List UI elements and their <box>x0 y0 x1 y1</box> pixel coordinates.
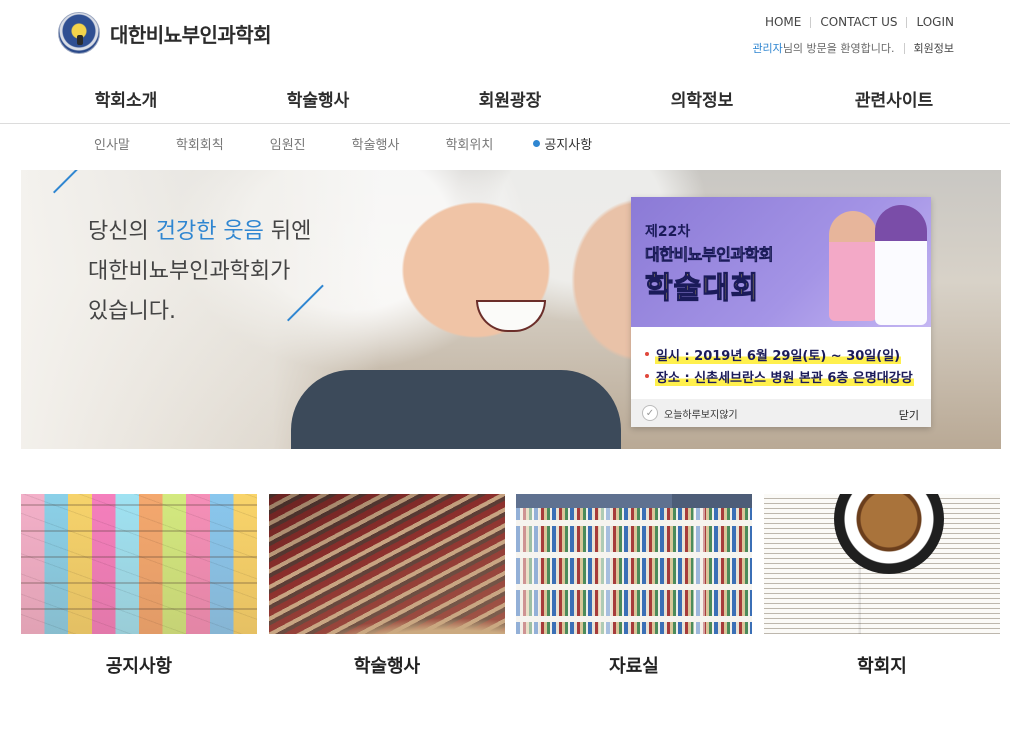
subnav-officers[interactable]: 임원진 <box>270 134 306 153</box>
popup-date: 일시 : 2019년 6월 29일(토) ~ 30일(일) <box>655 344 902 364</box>
popup-event-title: 학술대회 <box>644 270 760 306</box>
bullet-icon <box>645 374 649 378</box>
popup-place: 장소 : 신촌세브란스 병원 본관 6층 은명대강당 <box>655 366 914 386</box>
popup-edition: 제22차 <box>645 224 691 240</box>
site-logo[interactable]: 대한비뇨부인과학회 <box>58 12 272 54</box>
welcome-message: 관리자 님의 방문을 환영합니다. 회원정보 <box>752 40 954 56</box>
welcome-text: 님의 방문을 환영합니다. <box>782 42 895 55</box>
hero-photo-smile <box>476 300 546 332</box>
subnav-notice-label: 공지사항 <box>544 138 593 153</box>
bullet-icon <box>645 352 649 356</box>
newspaper-coffee-image <box>764 494 1000 634</box>
dont-show-today-label[interactable]: 오늘하루보지않기 <box>664 406 738 421</box>
nav-members[interactable]: 회원광장 <box>479 86 542 111</box>
divider <box>810 16 812 28</box>
hero-text: 당신의 <box>88 219 156 244</box>
login-link[interactable]: LOGIN <box>916 15 954 29</box>
doctor-illustration <box>875 205 927 325</box>
hero-line-1: 당신의 건강한 웃음 뒤엔 <box>88 212 311 252</box>
divider <box>903 42 905 54</box>
subnav-notice[interactable]: 공지사항 <box>533 134 592 153</box>
home-link[interactable]: HOME <box>765 15 801 29</box>
popup-place-row: 장소 : 신촌세브란스 병원 본관 6층 은명대강당 <box>645 365 931 387</box>
hero-line-3: 있습니다. <box>88 299 176 324</box>
quick-card-notice[interactable]: 공지사항 <box>21 494 257 678</box>
popup-banner[interactable]: 제22차 대한비뇨부인과학회 학술대회 <box>631 197 931 327</box>
main-nav: 학회소개 학술행사 회원광장 의학정보 관련사이트 <box>0 80 1010 124</box>
library-image <box>516 494 752 634</box>
coffee-cup-icon <box>834 494 944 574</box>
divider <box>906 16 908 28</box>
hero-text: 뒤엔 <box>263 219 312 244</box>
hero-line-2: 대한비뇨부인과학회가 <box>88 259 291 284</box>
subnav-location[interactable]: 학회위치 <box>445 134 493 153</box>
active-dot-icon <box>533 140 541 147</box>
hero-highlight: 건강한 웃음 <box>155 219 264 244</box>
auditorium-image <box>269 494 505 634</box>
contact-us-link[interactable]: CONTACT US <box>820 15 897 29</box>
popup-date-row: 일시 : 2019년 6월 29일(토) ~ 30일(일) <box>645 343 931 365</box>
patient-illustration <box>829 211 877 321</box>
popup-details: 일시 : 2019년 6월 29일(토) ~ 30일(일) 장소 : 신촌세브란… <box>631 327 931 387</box>
quick-card-journal[interactable]: 학회지 <box>764 494 1000 678</box>
subnav-bylaws[interactable]: 학회회칙 <box>176 134 224 153</box>
popup-footer: ✓ 오늘하루보지않기 닫기 <box>631 399 931 427</box>
logo-text: 대한비뇨부인과학회 <box>110 22 272 47</box>
card-label: 학회지 <box>857 656 907 677</box>
event-popup: 제22차 대한비뇨부인과학회 학술대회 일시 : 2019년 6월 29일(토)… <box>631 197 931 427</box>
nav-about[interactable]: 학회소개 <box>95 86 158 111</box>
subnav-greeting[interactable]: 인사말 <box>94 134 130 153</box>
quick-card-archive[interactable]: 자료실 <box>516 494 752 678</box>
popup-close-button[interactable]: 닫기 <box>899 407 919 423</box>
nav-medical-info[interactable]: 의학정보 <box>671 86 734 111</box>
accent-line <box>53 170 90 194</box>
sticky-notes-image <box>21 494 257 634</box>
popup-society: 대한비뇨부인과학회 <box>645 245 774 265</box>
sub-nav: 인사말 학회회칙 임원진 학술행사 학회위치 공지사항 <box>94 134 638 153</box>
nav-related-sites[interactable]: 관련사이트 <box>855 86 933 111</box>
card-label: 학술행사 <box>353 656 421 677</box>
checkmark-icon[interactable]: ✓ <box>642 405 658 421</box>
nav-events[interactable]: 학술행사 <box>287 86 350 111</box>
subnav-events[interactable]: 학술행사 <box>352 134 400 153</box>
welcome-user: 관리자 <box>752 42 783 55</box>
quick-card-events[interactable]: 학술행사 <box>269 494 505 678</box>
utility-nav: HOME CONTACT US LOGIN <box>765 15 954 29</box>
hero-photo-detail <box>291 370 621 449</box>
member-info-link[interactable]: 회원정보 <box>914 40 954 56</box>
card-label: 공지사항 <box>105 656 173 677</box>
society-emblem-icon <box>58 12 100 54</box>
card-label: 자료실 <box>609 656 659 677</box>
hero-copy: 당신의 건강한 웃음 뒤엔 대한비뇨부인과학회가 있습니다. <box>88 212 311 332</box>
